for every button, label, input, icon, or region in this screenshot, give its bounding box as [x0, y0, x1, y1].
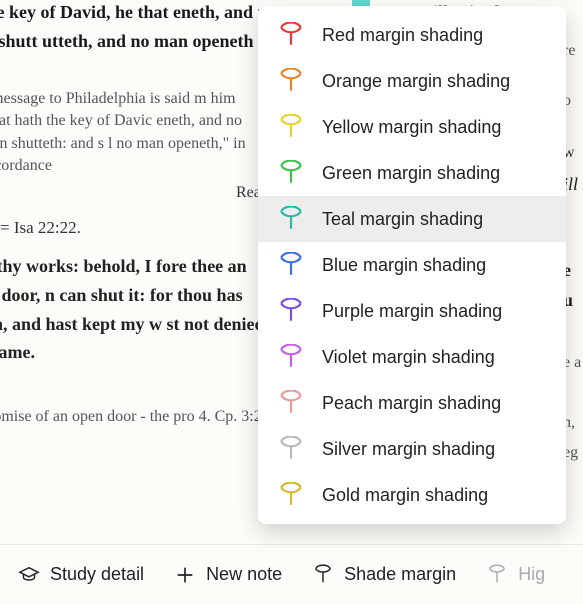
- margin-shading-option[interactable]: Silver margin shading: [258, 426, 566, 472]
- shade-icon: [312, 564, 334, 586]
- shade-swatch-icon: [278, 22, 304, 48]
- scripture-fragment: th the key of David, he that eneth, and …: [0, 0, 280, 56]
- margin-shading-option[interactable]: Green margin shading: [258, 150, 566, 196]
- shade-margin-label: Shade margin: [344, 564, 456, 585]
- new-note-label: New note: [206, 564, 282, 585]
- shade-margin-button[interactable]: Shade margin: [312, 564, 456, 586]
- right-char: n,: [563, 410, 583, 436]
- margin-shading-option[interactable]: Orange margin shading: [258, 58, 566, 104]
- margin-shading-label: Silver margin shading: [322, 439, 546, 460]
- right-char: e: [563, 256, 583, 285]
- margin-shading-label: Purple margin shading: [322, 301, 546, 322]
- shade-swatch-icon: [278, 206, 304, 232]
- margin-shading-label: Gold margin shading: [322, 485, 546, 506]
- new-note-button[interactable]: New note: [174, 564, 282, 586]
- highlight-label: Hig: [518, 564, 545, 585]
- study-detail-button[interactable]: Study detail: [18, 564, 144, 586]
- shade-swatch-icon: [278, 68, 304, 94]
- bottom-toolbar: Study detail New note Shade margin Hig: [0, 544, 583, 604]
- study-detail-label: Study detail: [50, 564, 144, 585]
- margin-shading-label: Orange margin shading: [322, 71, 546, 92]
- highlight-button[interactable]: Hig: [486, 564, 545, 586]
- shade-swatch-icon: [278, 390, 304, 416]
- right-char: ill: [563, 170, 583, 199]
- margin-shading-label: Peach margin shading: [322, 393, 546, 414]
- mortarboard-icon: [18, 564, 40, 586]
- margin-shading-label: Green margin shading: [322, 163, 546, 184]
- margin-shading-option[interactable]: Violet margin shading: [258, 334, 566, 380]
- margin-shading-option[interactable]: Red margin shading: [258, 12, 566, 58]
- right-char: re: [563, 38, 583, 64]
- right-char: o: [563, 88, 583, 114]
- margin-shading-option[interactable]: Peach margin shading: [258, 380, 566, 426]
- margin-shading-option[interactable]: Teal margin shading: [258, 196, 566, 242]
- right-char: w: [563, 140, 583, 166]
- verse-cross-ref: = Isa 22:22.: [0, 214, 81, 241]
- right-char: u: [563, 286, 583, 315]
- margin-shading-label: Red margin shading: [322, 25, 546, 46]
- margin-shading-label: Blue margin shading: [322, 255, 546, 276]
- margin-shading-option[interactable]: Gold margin shading: [258, 472, 566, 518]
- scripture-fragment-2: now thy works: behold, I fore thee an op…: [0, 252, 280, 367]
- shade-swatch-icon: [278, 482, 304, 508]
- highlight-icon: [486, 564, 508, 586]
- margin-shading-label: Violet margin shading: [322, 347, 546, 368]
- margin-shading-menu[interactable]: Red margin shading Orange margin shading Y…: [258, 6, 566, 524]
- shade-swatch-icon: [278, 160, 304, 186]
- shade-swatch-icon: [278, 298, 304, 324]
- shade-swatch-icon: [278, 252, 304, 278]
- plus-icon: [174, 564, 196, 586]
- shade-swatch-icon: [278, 344, 304, 370]
- margin-shading-label: Teal margin shading: [322, 209, 546, 230]
- margin-shading-label: Yellow margin shading: [322, 117, 546, 138]
- margin-shading-option[interactable]: Purple margin shading: [258, 288, 566, 334]
- shade-swatch-icon: [278, 114, 304, 140]
- margin-shading-option[interactable]: Blue margin shading: [258, 242, 566, 288]
- shade-swatch-icon: [278, 436, 304, 462]
- margin-shading-option[interactable]: Yellow margin shading: [258, 104, 566, 150]
- right-char: e a: [563, 350, 583, 376]
- commentary-fragment-2: promise of an open door - the pro 4. Cp.…: [0, 406, 280, 428]
- commentary-fragment: e message to Philadelphia is said m him …: [0, 88, 260, 178]
- right-char: eg: [563, 440, 583, 466]
